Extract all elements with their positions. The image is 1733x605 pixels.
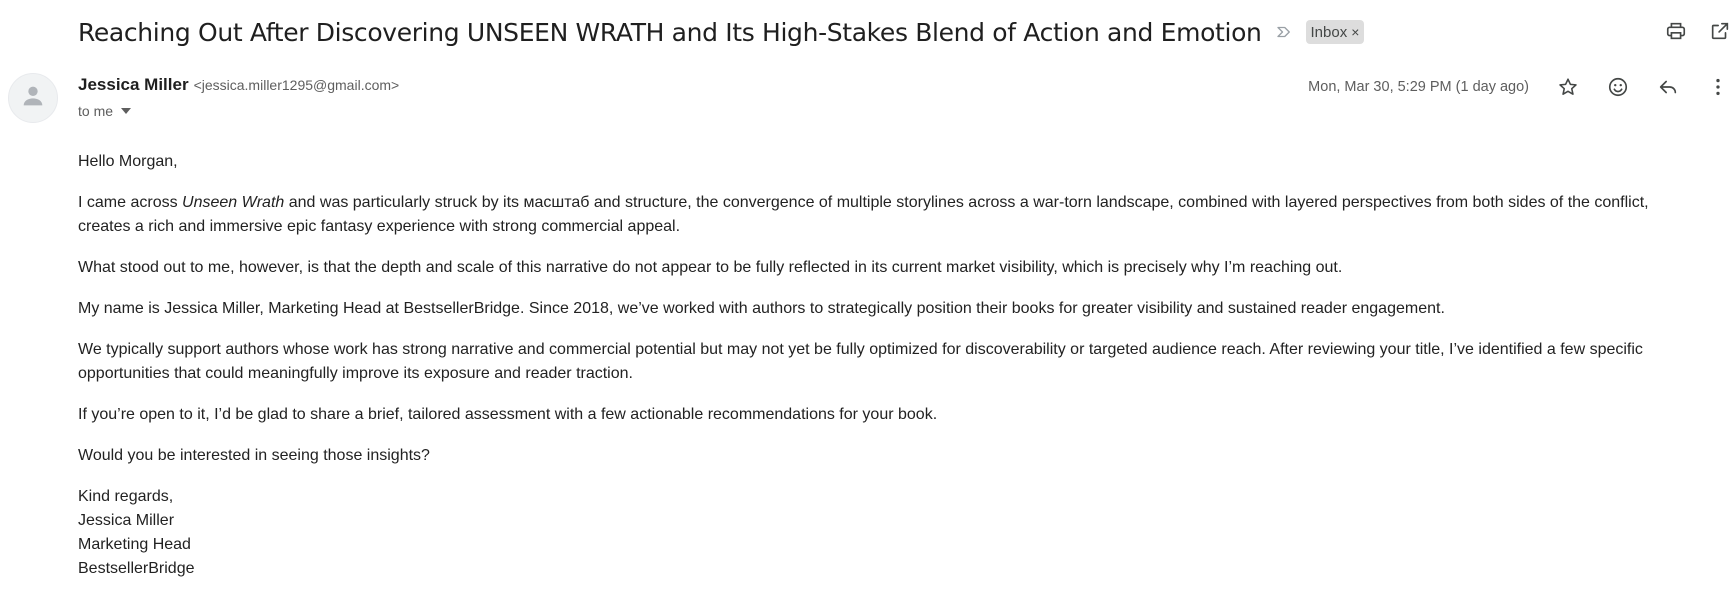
message-date: Mon, Mar 30, 5:29 PM (1 day ago) (1308, 79, 1529, 95)
sender-name[interactable]: Jessica Miller (78, 75, 189, 95)
message-body: Hello Morgan, I came across Unseen Wrath… (78, 150, 1678, 581)
print-icon[interactable] (1663, 18, 1689, 44)
signature-closing: Kind regards, (78, 488, 174, 505)
label-text: Inbox (1310, 23, 1348, 41)
body-paragraph-2: What stood out to me, however, is that t… (78, 259, 1343, 276)
email-subject: Reaching Out After Discovering UNSEEN WR… (78, 17, 1262, 47)
signature-company: BestsellerBridge (78, 560, 195, 577)
body-paragraph-4: We typically support authors whose work … (78, 341, 1643, 382)
inbox-label-chip: Inbox × (1305, 20, 1365, 44)
body-paragraph-6: Would you be interested in seeing those … (78, 447, 430, 464)
signature-title: Marketing Head (78, 536, 191, 553)
default-avatar-icon (19, 82, 47, 115)
body-paragraph-3: My name is Jessica Miller, Marketing Hea… (78, 300, 1445, 317)
reply-icon[interactable] (1655, 74, 1681, 100)
email-view: Reaching Out After Discovering UNSEEN WR… (0, 0, 1733, 605)
sender-email: <jessica.miller1295@gmail.com> (193, 77, 400, 93)
body-paragraph-1: I came across Unseen Wrath and was parti… (78, 194, 1649, 235)
chevron-down-icon (121, 108, 132, 114)
body-paragraph-5: If you’re open to it, I’d be glad to sha… (78, 406, 938, 423)
more-vert-icon[interactable] (1705, 74, 1731, 100)
message-meta: Mon, Mar 30, 5:29 PM (1 day ago) (1308, 72, 1733, 102)
subject-row: Reaching Out After Discovering UNSEEN WR… (78, 14, 1365, 50)
signature-name: Jessica Miller (78, 512, 175, 529)
recipient-text: to me (78, 103, 114, 119)
sender-avatar[interactable] (8, 73, 58, 123)
book-title: Unseen Wrath (182, 194, 285, 211)
greeting: Hello Morgan, (78, 153, 178, 170)
important-marker-icon[interactable] (1274, 22, 1294, 42)
emoji-react-icon[interactable] (1605, 74, 1631, 100)
open-in-new-window-icon[interactable] (1707, 18, 1733, 44)
top-actions (1663, 18, 1733, 44)
star-icon[interactable] (1555, 74, 1581, 100)
recipient-details-toggle[interactable]: to me (78, 103, 399, 119)
sender-block: Jessica Miller <jessica.miller1295@gmail… (78, 75, 399, 119)
remove-label-button[interactable]: × (1351, 25, 1359, 39)
